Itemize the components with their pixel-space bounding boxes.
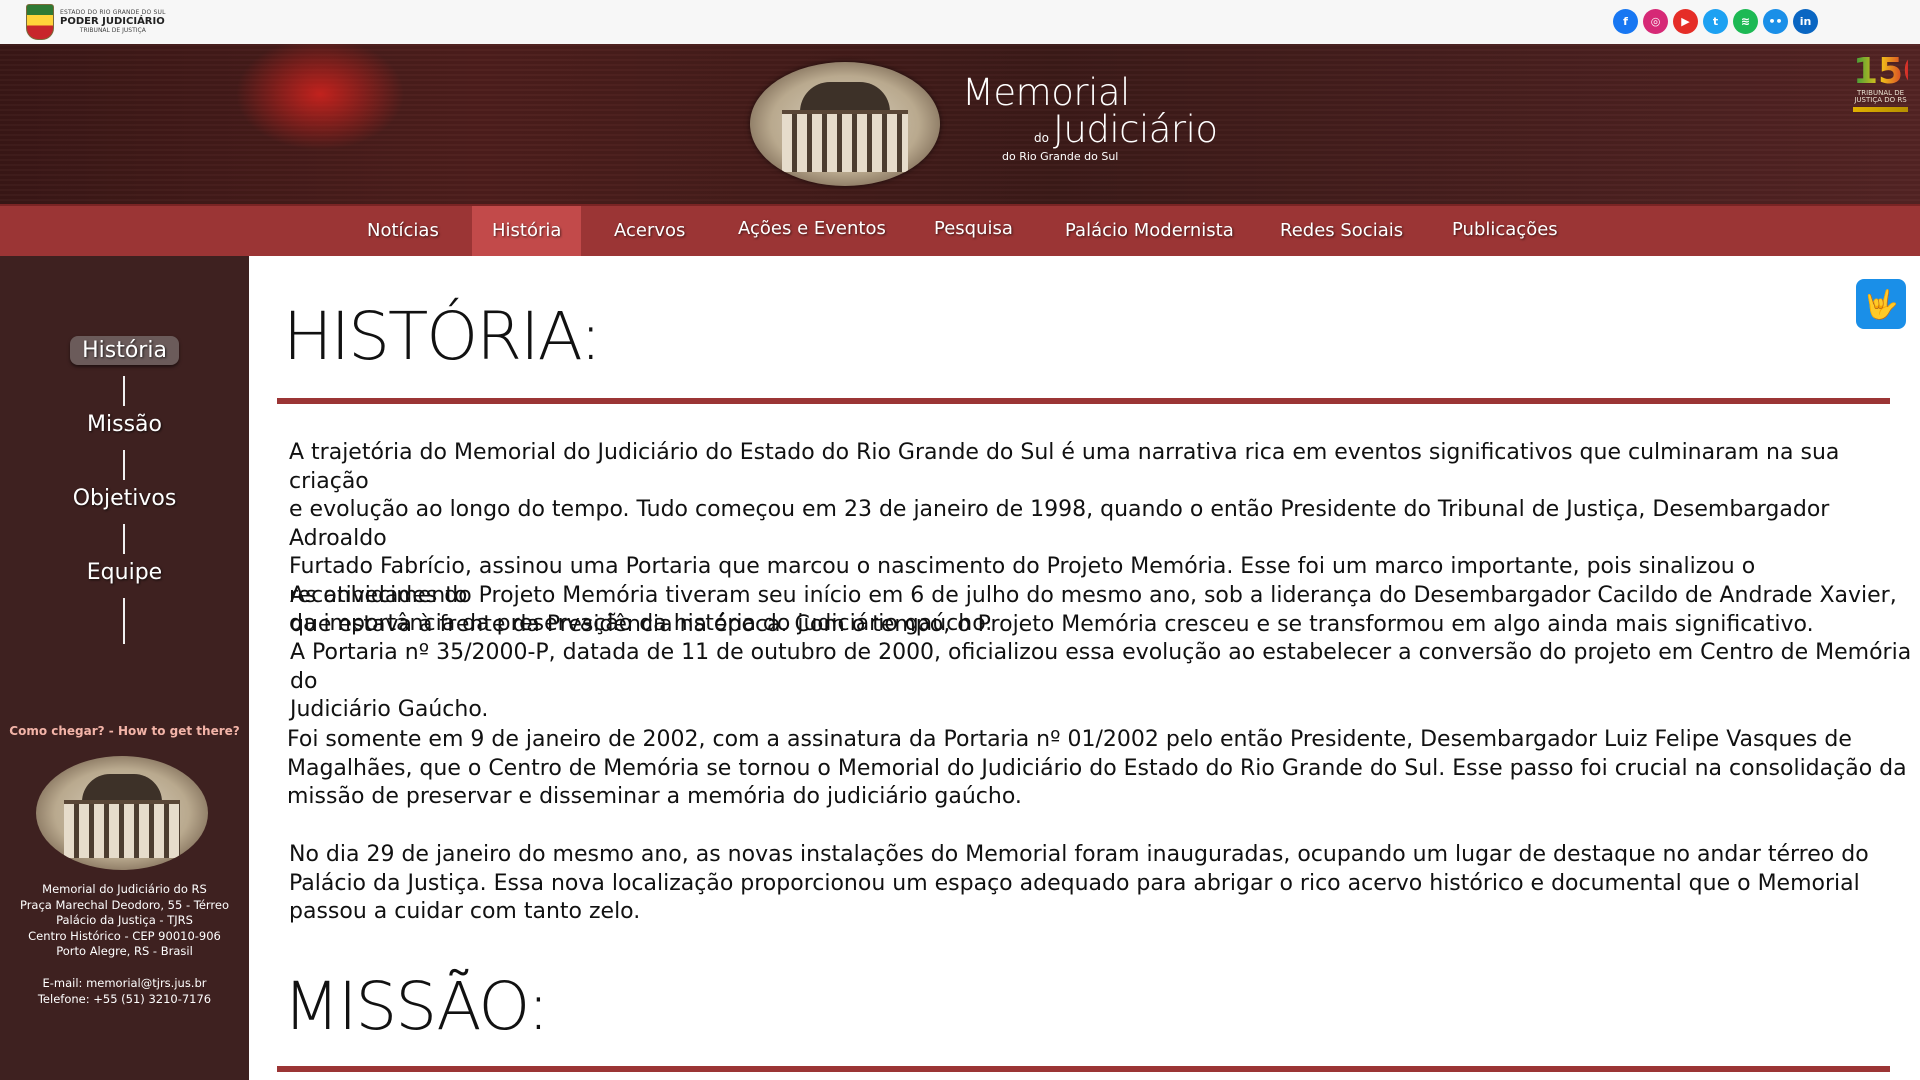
sidebar: História Missão Objetivos Equipe Como ch… (0, 256, 249, 1080)
sidebar-divider (123, 524, 125, 554)
poder-judiciario-logo[interactable]: ESTADO DO RIO GRANDE DO SUL PODER JUDICI… (26, 4, 166, 40)
tjrs-150-years-logo[interactable]: 150 TRIBUNAL DE JUSTIÇA DO RS (1853, 51, 1920, 112)
how-to-get-there-link[interactable]: Como chegar? - How to get there? (0, 724, 249, 738)
contact-phone: Telefone: +55 (51) 3210-7176 (37, 991, 212, 1006)
nav-item-pesquisa[interactable]: Pesquisa (914, 204, 1033, 254)
sidebar-item-historia[interactable]: História (0, 336, 249, 365)
address-line: Porto Alegre, RS - Brasil (56, 944, 193, 959)
anniversary-number: 150 (1853, 51, 1920, 92)
top-bar: ESTADO DO RIO GRANDE DO SUL PODER JUDICI… (0, 0, 1920, 45)
flickr-icon[interactable]: •• (1763, 9, 1788, 34)
main-nav: Notícias História Acervos Ações e Evento… (0, 204, 1920, 258)
address-line: Centro Histórico - CEP 90010-906 (28, 928, 221, 943)
memorial-logo-text[interactable]: Memorial do Judiciário do Rio Grande do … (962, 74, 1218, 163)
social-links: f ◎ ▶ t ≋ •• in (1613, 9, 1818, 34)
nav-item-acoes-eventos[interactable]: Ações e Eventos (718, 204, 906, 254)
sidebar-divider (123, 598, 125, 644)
instagram-icon[interactable]: ◎ (1643, 9, 1668, 34)
historia-paragraph-2: As atividades do Projeto Memória tiveram… (290, 583, 1912, 722)
palace-image[interactable] (750, 62, 940, 186)
sidebar-divider (123, 450, 125, 480)
brand-judiciario: Judiciário (1052, 108, 1218, 151)
nav-item-publicacoes[interactable]: Publicações (1432, 205, 1578, 255)
section-title-missao: MISSÃO: (283, 968, 549, 1045)
youtube-icon[interactable]: ▶ (1673, 9, 1698, 34)
main-content: HISTÓRIA: A trajetória do Memorial do Ju… (249, 256, 1920, 1080)
nav-item-historia[interactable]: História (472, 206, 582, 256)
address-line: Praça Marechal Deodoro, 55 - Térreo (19, 897, 230, 912)
nav-item-acervos[interactable]: Acervos (594, 206, 705, 256)
sign-language-icon[interactable]: 🤟 (1856, 279, 1906, 329)
historia-paragraph-3: Foi somente em 9 de janeiro de 2002, com… (287, 727, 1907, 809)
nav-item-redes-sociais[interactable]: Redes Sociais (1260, 206, 1423, 256)
rs-crest-icon (26, 4, 54, 40)
brand-subtitle: do Rio Grande do Sul (1002, 150, 1119, 163)
linkedin-icon[interactable]: in (1793, 9, 1818, 34)
section-title-historia: HISTÓRIA: (283, 298, 602, 375)
palace-map-image[interactable] (36, 756, 208, 870)
contact-address: Memorial do Judiciário do RS Praça Marec… (0, 882, 249, 1007)
facebook-icon[interactable]: f (1613, 9, 1638, 34)
twitter-icon[interactable]: t (1703, 9, 1728, 34)
spotify-icon[interactable]: ≋ (1733, 9, 1758, 34)
nav-item-palacio-modernista[interactable]: Palácio Modernista (1045, 206, 1254, 256)
sidebar-item-objetivos[interactable]: Objetivos (0, 484, 249, 513)
gov-court-label: TRIBUNAL DE JUSTIÇA (79, 27, 146, 34)
brand-do: do (1034, 131, 1049, 145)
brand-memorial: Memorial (962, 71, 1130, 114)
gov-power-label: PODER JUDICIÁRIO (60, 16, 165, 27)
header-banner: Memorial do Judiciário do Rio Grande do … (0, 44, 1920, 204)
sidebar-divider (123, 376, 125, 406)
historia-paragraph-4: No dia 29 de janeiro do mesmo ano, as no… (289, 842, 1869, 924)
sidebar-item-equipe[interactable]: Equipe (0, 558, 249, 587)
sidebar-item-missao[interactable]: Missão (0, 410, 249, 439)
nav-item-noticias[interactable]: Notícias (347, 206, 459, 256)
anniversary-text: TRIBUNAL DE JUSTIÇA DO RS (1854, 89, 1907, 105)
address-line: Memorial do Judiciário do RS (42, 882, 207, 896)
title-divider (277, 398, 1890, 404)
address-line: Palácio da Justiça - TJRS (56, 913, 193, 928)
contact-email[interactable]: E-mail: memorial@tjrs.jus.br (0, 976, 249, 992)
title-divider (277, 1066, 1890, 1072)
